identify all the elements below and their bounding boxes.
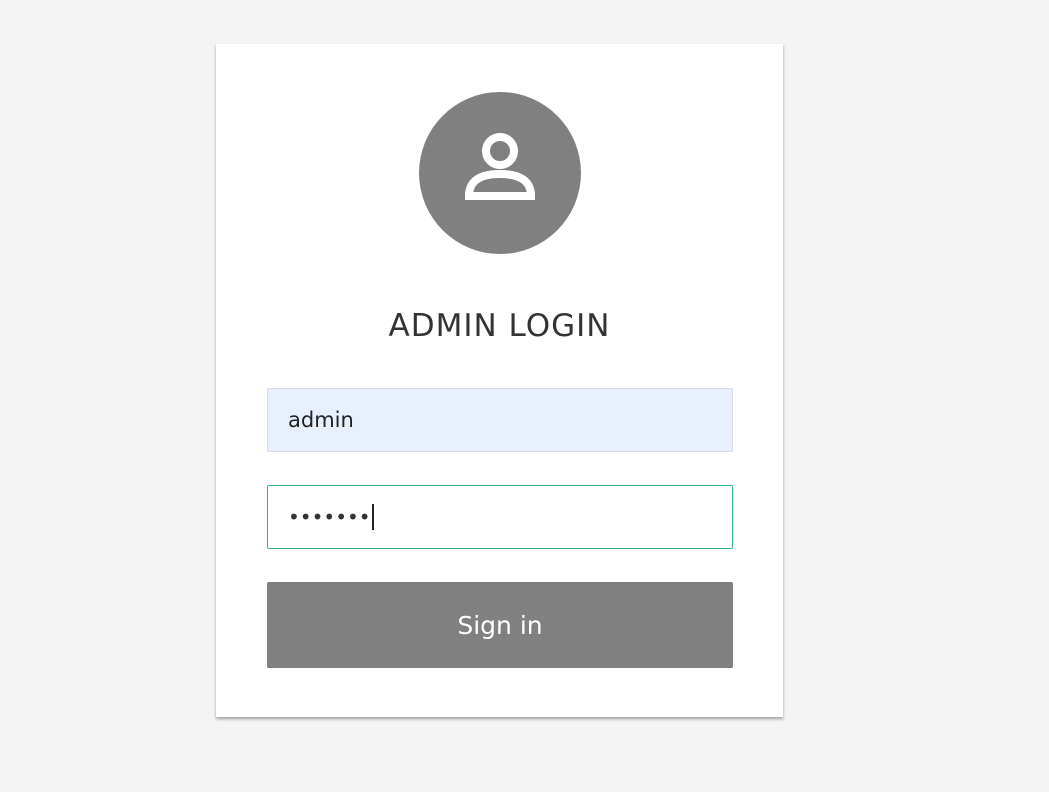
sign-in-button[interactable]: Sign in (267, 582, 733, 668)
username-field[interactable]: admin (267, 388, 733, 452)
page-title: ADMIN LOGIN (388, 308, 611, 344)
login-card: ADMIN LOGIN admin ••••••• Sign in (216, 44, 783, 717)
avatar (419, 92, 581, 254)
password-field[interactable]: ••••••• (267, 485, 733, 549)
text-caret (371, 504, 374, 530)
password-value: ••••••• (288, 505, 371, 529)
username-value: admin (288, 408, 354, 432)
user-icon (465, 133, 535, 200)
